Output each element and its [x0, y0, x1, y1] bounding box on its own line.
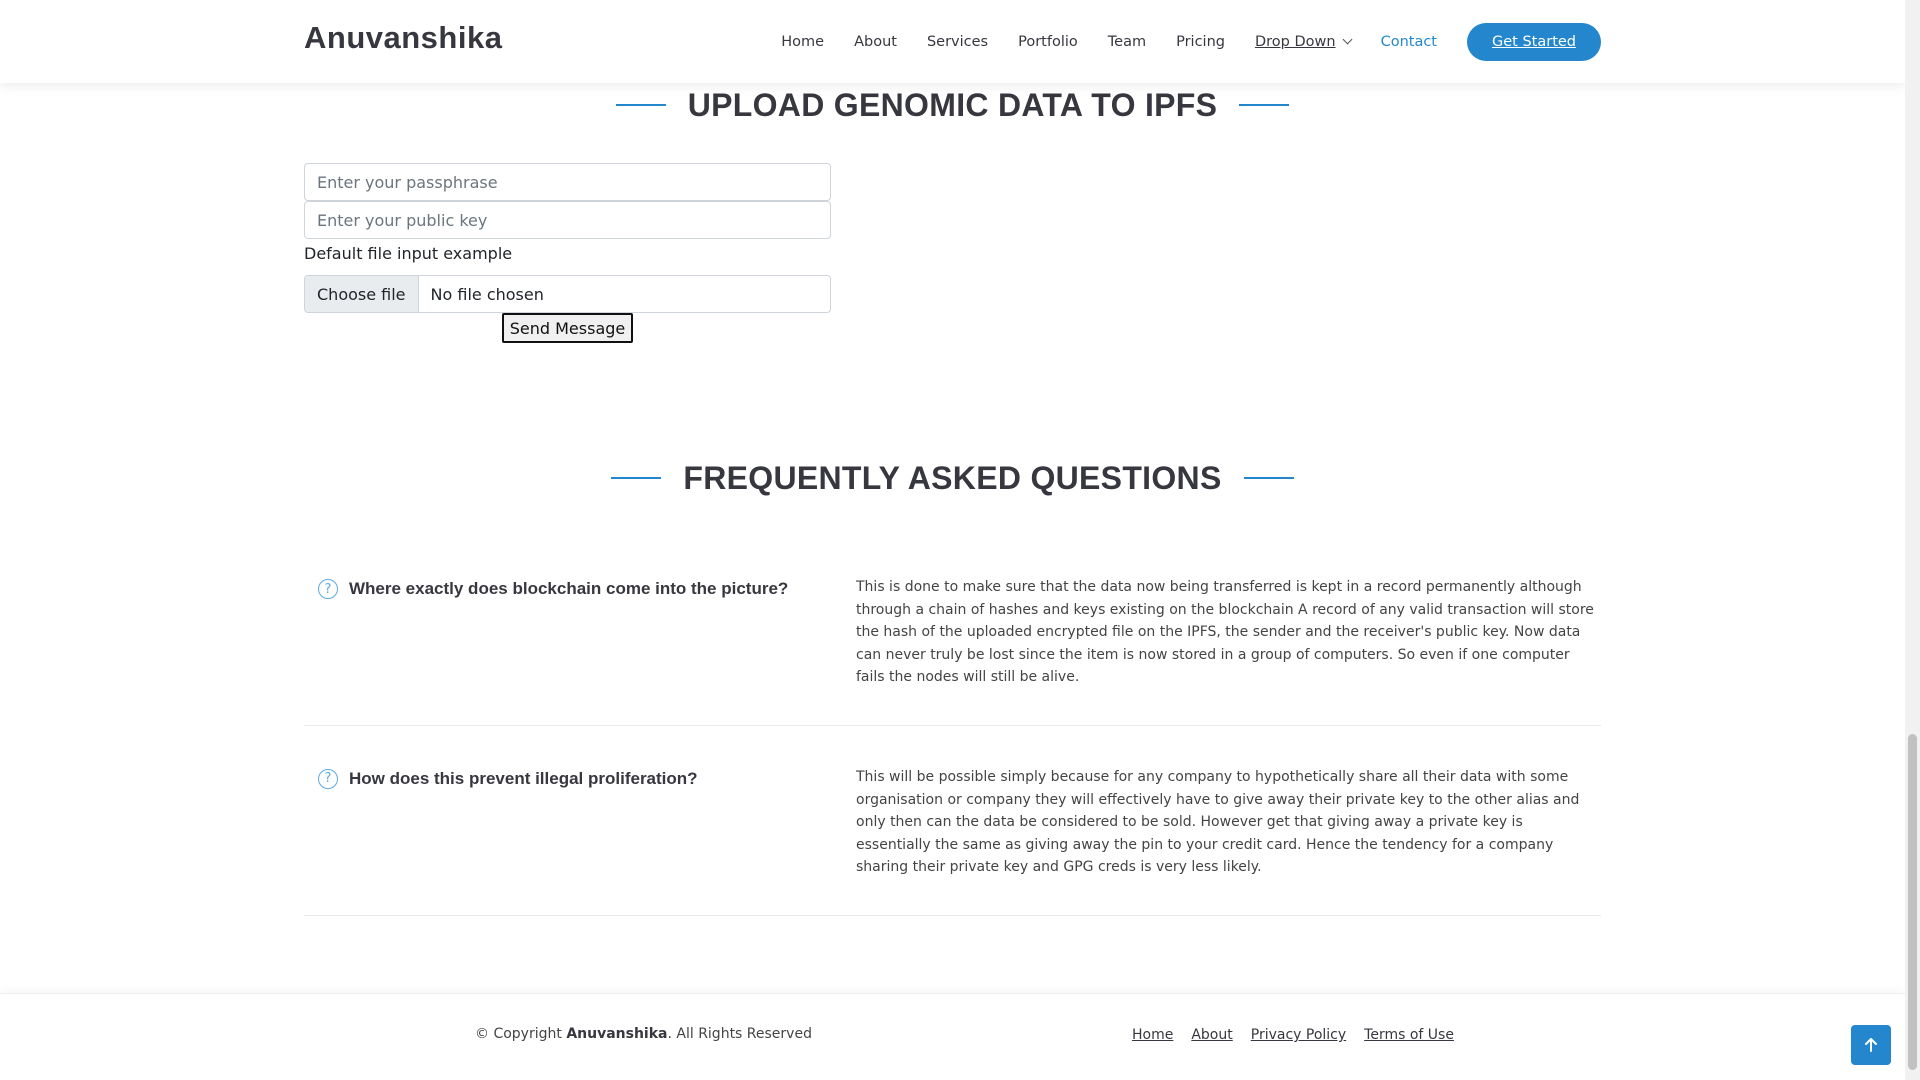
- arrow-up-icon: [1865, 1038, 1877, 1052]
- title-line-right: [1239, 104, 1290, 106]
- faq-answer: This is done to make sure that the data …: [856, 579, 1594, 686]
- question-circle-icon: ?: [318, 579, 338, 599]
- copyright-suffix: . All Rights Reserved: [667, 1026, 812, 1042]
- title-line-left: [611, 477, 662, 479]
- file-status: No file chosen: [430, 284, 544, 304]
- faq-section-title: FREQUENTLY ASKED QUESTIONS: [0, 457, 1905, 499]
- nav-about[interactable]: About: [854, 34, 897, 50]
- faq-item: ? How does this prevent illegal prolifer…: [304, 726, 1601, 916]
- footer-link-home[interactable]: Home: [1132, 1027, 1173, 1043]
- file-input[interactable]: Choose file No file chosen: [304, 275, 831, 313]
- nav-services[interactable]: Services: [927, 34, 988, 50]
- faq-question-text: Where exactly does blockchain come into …: [349, 579, 789, 598]
- passphrase-input[interactable]: [304, 163, 831, 201]
- footer-links: Home About Privacy Policy Terms of Use: [1132, 1027, 1472, 1043]
- title-line-right: [1243, 477, 1294, 479]
- faq-title: FREQUENTLY ASKED QUESTIONS: [683, 459, 1222, 496]
- nav-team[interactable]: Team: [1108, 34, 1146, 50]
- upload-section-title: UPLOAD GENOMIC DATA TO IPFS: [0, 84, 1905, 126]
- upload-form: Default file input example Choose file N…: [304, 163, 831, 343]
- site-footer: © Copyright Anuvanshika. All Rights Rese…: [0, 993, 1905, 1080]
- title-line-left: [615, 104, 666, 106]
- copyright-prefix: © Copyright: [475, 1026, 562, 1042]
- send-message-button[interactable]: Send Message: [501, 313, 634, 343]
- footer-link-about[interactable]: About: [1191, 1027, 1232, 1043]
- file-input-label: Default file input example: [304, 244, 513, 263]
- copyright: © Copyright Anuvanshika. All Rights Rese…: [475, 1026, 812, 1042]
- nav-dropdown-label: Drop Down: [1254, 33, 1336, 50]
- page-scrollbar[interactable]: [1905, 0, 1920, 1080]
- faq-answer: This will be possible simply because for…: [856, 768, 1580, 876]
- chevron-down-icon: [1342, 34, 1353, 45]
- question-circle-icon: ?: [318, 768, 338, 789]
- choose-file-button[interactable]: Choose file: [305, 276, 419, 312]
- back-to-top-button[interactable]: [1851, 1025, 1891, 1065]
- faq-question-text: How does this prevent illegal proliferat…: [349, 768, 698, 788]
- page: Anuvanshika Home About Services Portfoli…: [0, 0, 1905, 1080]
- main-nav: Home About Services Portfolio Team Prici…: [751, 0, 1601, 83]
- footer-link-terms[interactable]: Terms of Use: [1364, 1027, 1454, 1043]
- faq-list: ? Where exactly does blockchain come int…: [304, 560, 1601, 916]
- nav-home[interactable]: Home: [781, 34, 824, 50]
- nav-pricing[interactable]: Pricing: [1176, 34, 1225, 50]
- footer-link-privacy[interactable]: Privacy Policy: [1251, 1027, 1346, 1043]
- faq-question: ? Where exactly does blockchain come int…: [304, 576, 856, 689]
- nav-dropdown[interactable]: Drop Down: [1254, 33, 1353, 50]
- scrollbar-thumb[interactable]: [1908, 734, 1917, 1070]
- public-key-input[interactable]: [304, 201, 831, 239]
- upload-title: UPLOAD GENOMIC DATA TO IPFS: [687, 86, 1218, 123]
- site-logo[interactable]: Anuvanshika: [304, 20, 502, 56]
- nav-portfolio[interactable]: Portfolio: [1018, 34, 1078, 50]
- site-header: Anuvanshika Home About Services Portfoli…: [0, 0, 1905, 83]
- get-started-button[interactable]: Get Started: [1467, 22, 1601, 61]
- copyright-brand: Anuvanshika: [566, 1026, 668, 1042]
- nav-contact[interactable]: Contact: [1381, 34, 1437, 50]
- faq-question: ? How does this prevent illegal prolifer…: [304, 766, 856, 879]
- faq-item: ? Where exactly does blockchain come int…: [304, 560, 1601, 726]
